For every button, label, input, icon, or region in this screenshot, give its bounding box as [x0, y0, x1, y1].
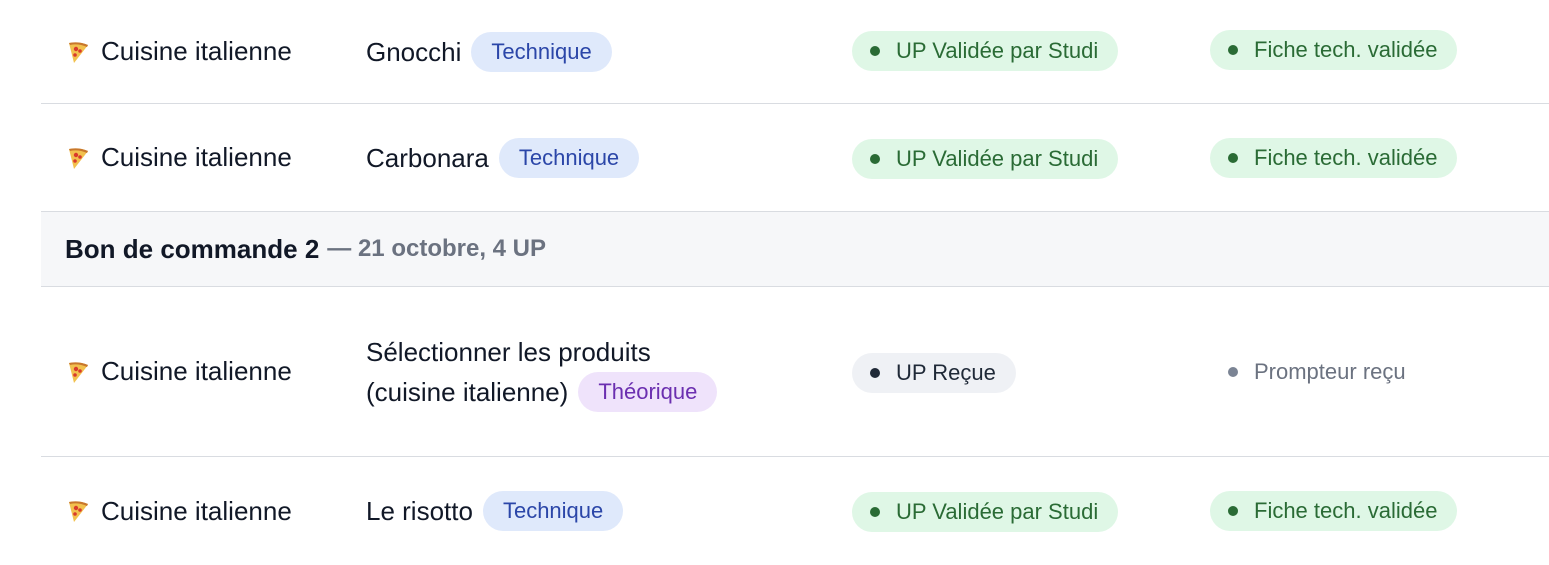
unit-name-cell: Gnocchi Technique [366, 0, 612, 103]
up-status-label: UP Reçue [896, 360, 996, 385]
sheet-status-label: Prompteur reçu [1254, 359, 1406, 384]
up-status-label: UP Validée par Studi [896, 146, 1099, 171]
sheet-status-badge: Prompteur reçu [1210, 352, 1426, 392]
pizza-icon [69, 501, 88, 522]
table-row[interactable]: Cuisine italienne Sélectionner les produ… [41, 287, 1549, 457]
up-status-badge: UP Validée par Studi [852, 139, 1119, 179]
pizza-icon [69, 41, 88, 63]
unit-name-cell: Carbonara Technique [366, 104, 640, 211]
status-dot-icon [1228, 45, 1238, 55]
sheet-status-badge: Fiche tech. validée [1210, 491, 1458, 531]
status-dot-icon [1228, 506, 1238, 516]
pizza-icon [69, 361, 88, 383]
up-status-badge: UP Validée par Studi [852, 31, 1119, 71]
group-meta: — 21 octobre, 4 UP [327, 235, 547, 262]
unit-name[interactable]: Gnocchi [366, 32, 461, 72]
up-status-label: UP Validée par Studi [896, 38, 1099, 63]
sheet-status-badge: Fiche tech. validée [1210, 30, 1458, 70]
sheet-status-label: Fiche tech. validée [1254, 145, 1438, 170]
category-label: Cuisine italienne [101, 36, 292, 66]
unit-name-line-2: (cuisine italienne) [366, 377, 569, 407]
group-title: Bon de commande 2 [65, 233, 320, 264]
status-dot-icon [870, 46, 880, 56]
up-status-badge: UP Reçue [852, 353, 1016, 393]
category-cell: Cuisine italienne [65, 0, 292, 103]
table-row[interactable]: Cuisine italienne Gnocchi Technique UP V… [41, 0, 1549, 104]
status-dot-icon [870, 154, 880, 164]
up-status-label: UP Validée par Studi [896, 499, 1099, 524]
unit-name[interactable]: Sélectionner les produits (cuisine itali… [366, 332, 718, 412]
unit-name-cell: Sélectionner les produits (cuisine itali… [366, 332, 718, 412]
status-dot-icon [870, 507, 880, 517]
category-cell: Cuisine italienne [65, 287, 292, 456]
type-badge: Technique [471, 31, 612, 72]
group-title-cell: Bon de commande 2 — 21 octobre, 4 UP [65, 212, 546, 286]
category-cell: Cuisine italienne [65, 104, 292, 211]
category-label: Cuisine italienne [101, 142, 292, 172]
type-badge: Théorique [578, 372, 718, 412]
table-row[interactable]: Cuisine italienne Le risotto Technique U… [41, 457, 1549, 544]
up-status-badge: UP Validée par Studi [852, 492, 1119, 532]
unit-name[interactable]: Le risotto [366, 491, 473, 531]
table-row[interactable]: Cuisine italienne Carbonara Technique UP… [41, 104, 1549, 212]
category-label: Cuisine italienne [101, 495, 292, 526]
unit-name-cell: Le risotto Technique [366, 457, 624, 565]
status-dot-icon [1228, 153, 1238, 163]
category-label: Cuisine italienne [101, 356, 292, 386]
sheet-status-label: Fiche tech. validée [1254, 498, 1438, 523]
type-badge: Technique [482, 491, 624, 531]
unit-name-line-1: Sélectionner les produits [366, 337, 651, 367]
status-dot-icon [870, 368, 880, 378]
pizza-icon [69, 147, 88, 169]
status-dot-icon [1228, 367, 1238, 377]
sheet-status-badge: Fiche tech. validée [1210, 138, 1458, 178]
type-badge: Technique [498, 137, 640, 178]
group-header: Bon de commande 2 — 21 octobre, 4 UP [41, 212, 1549, 287]
sheet-status-label: Fiche tech. validée [1254, 37, 1438, 62]
unit-name[interactable]: Carbonara [366, 138, 489, 178]
category-cell: Cuisine italienne [65, 457, 292, 565]
